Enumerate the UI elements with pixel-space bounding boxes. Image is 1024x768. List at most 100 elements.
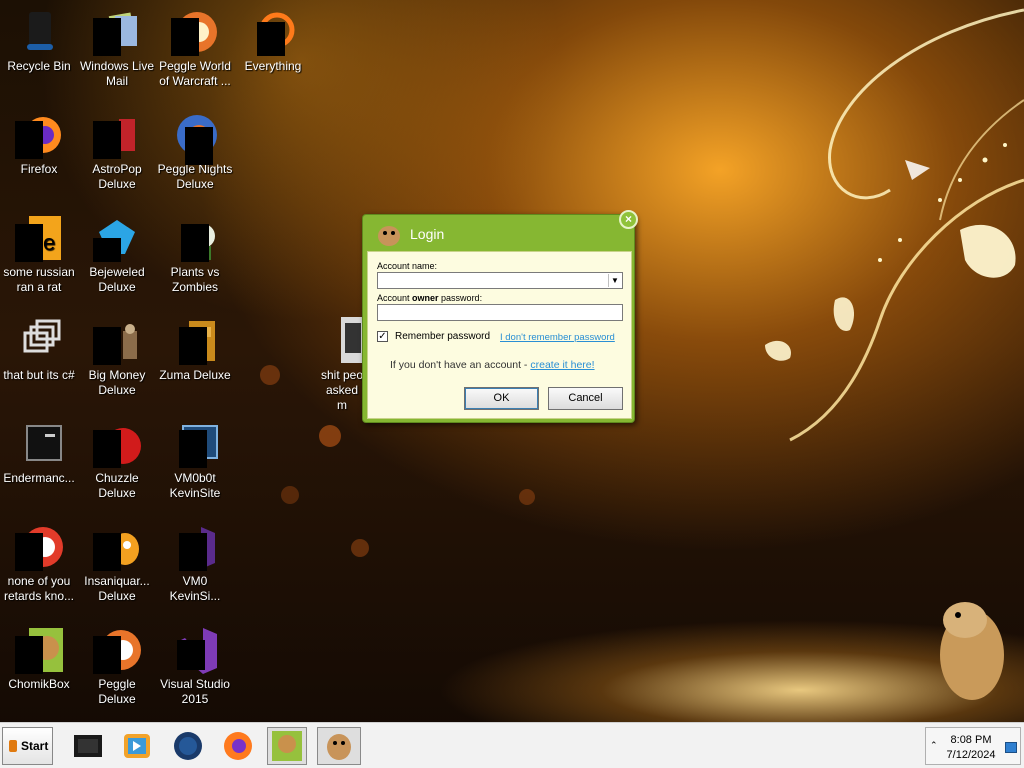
desktop-icon-vm0[interactable]: VM0 KevinSi... — [156, 523, 234, 604]
start-orb-icon — [9, 740, 17, 752]
desktop-icon-label: Big Money Deluxe — [88, 368, 146, 397]
remember-password-label[interactable]: Remember password — [395, 331, 490, 342]
desktop-icon-chuzzle[interactable]: Chuzzle Deluxe — [78, 420, 156, 501]
insaniquarium-icon — [93, 523, 141, 571]
desktop-icon-astropop[interactable]: AstroPop Deluxe — [78, 111, 156, 192]
desktop-icon-java-file[interactable]: e some russian ran a rat — [0, 214, 78, 295]
desktop-icon-endermanch[interactable]: Endermanc... — [0, 420, 78, 486]
desktop-icon-label: VM0b0t KevinSite — [169, 471, 221, 500]
desktop-icon-label: none of you retards kno... — [3, 574, 75, 603]
desktop-icon-peggle-deluxe[interactable]: Peggle Deluxe — [78, 626, 156, 707]
login-dialog: Login Account name: ▼ Account owner pass… — [362, 214, 635, 423]
desktop-icon-insaniquarium[interactable]: Insaniquar... Deluxe — [78, 523, 156, 604]
svg-text:e: e — [43, 230, 55, 255]
ok-button[interactable]: OK — [464, 387, 539, 410]
peggle-icon — [93, 626, 141, 674]
close-icon[interactable]: × — [619, 210, 638, 229]
big-money-icon — [93, 317, 141, 365]
desktop-icon-peggle-wow[interactable]: Peggle World of Warcraft ... — [156, 8, 234, 89]
no-account-text: If you don't have an account - create it… — [390, 359, 595, 371]
desktop-icon-label: Chuzzle Deluxe — [95, 471, 139, 500]
password-field[interactable] — [377, 304, 623, 321]
desktop-icon-label: Peggle Deluxe — [98, 677, 136, 706]
mail-icon — [93, 8, 141, 56]
peggle-nights-icon — [171, 111, 219, 165]
desktop-icon-label: Recycle Bin — [7, 59, 71, 73]
taskbar-hamster-button[interactable] — [317, 727, 361, 765]
globe-icon — [174, 732, 202, 760]
desktop-icon-label: VM0 KevinSi... — [169, 574, 221, 603]
recycle-bin-icon — [15, 8, 63, 56]
desktop-icon-big-money[interactable]: Big Money Deluxe — [78, 317, 156, 398]
terminal-icon — [74, 735, 102, 757]
peggle-icon — [171, 8, 219, 56]
tray-chevron-icon[interactable]: ⌃ — [930, 740, 938, 751]
cancel-button[interactable]: Cancel — [548, 387, 623, 410]
password-label-text: Account — [377, 293, 413, 303]
system-tray: ⌃ 8:08 PM 7/12/2024 — [925, 727, 1021, 765]
remember-password-checkbox[interactable]: ✓ — [377, 331, 388, 342]
hamster-mascot — [940, 602, 1004, 700]
file-icon — [317, 317, 365, 365]
desktop-icon-plants-vs-zombies[interactable]: Plants vs Zombies — [156, 214, 234, 295]
peggle-icon — [15, 523, 63, 571]
start-button[interactable]: Start — [2, 727, 53, 765]
network-icon[interactable] — [1005, 742, 1017, 753]
desktop-icon-visual-studio[interactable]: Visual Studio 2015 — [156, 626, 234, 707]
taskbar-firefox-button[interactable] — [218, 727, 258, 765]
password-label: Account owner password: — [377, 293, 482, 303]
desktop-icon-label: ChomikBox — [8, 677, 70, 691]
taskbar-media-player-button[interactable] — [116, 727, 156, 765]
chomikbox-icon — [15, 626, 75, 674]
desktop-icon-label: AstroPop Deluxe — [92, 162, 142, 191]
folder-stack-icon — [15, 317, 63, 365]
dropdown-arrow-icon[interactable]: ▼ — [608, 274, 621, 287]
desktop-icon-none-of-you[interactable]: none of you retards kno... — [0, 523, 78, 604]
password-label-text: password: — [438, 293, 483, 303]
desktop-icon-label: Firefox — [20, 162, 58, 176]
desktop-icon-firefox[interactable]: Firefox — [0, 111, 78, 177]
desktop-icon-label: Zuma Deluxe — [159, 368, 231, 382]
desktop-icon-recycle-bin[interactable]: Recycle Bin — [0, 8, 78, 74]
media-player-icon — [124, 734, 150, 758]
clock-date: 7/12/2024 — [946, 749, 996, 761]
taskbar-chomikbox-button[interactable] — [267, 727, 307, 765]
desktop-icon-windows-live-mail[interactable]: Windows Live Mail — [78, 8, 156, 89]
taskbar-terminal-button[interactable] — [68, 727, 108, 765]
taskbar-globe-button[interactable] — [168, 727, 208, 765]
desktop-icon-label: Windows Live Mail — [79, 59, 155, 88]
start-label: Start — [21, 739, 49, 753]
hamster-icon — [375, 220, 403, 248]
desktop-icon-label: some russian ran a rat — [3, 265, 75, 294]
forgot-password-link[interactable]: I don't remember password — [500, 332, 615, 343]
chuzzle-icon — [93, 420, 141, 468]
desktop-icon-chomikbox[interactable]: ChomikBox — [0, 626, 78, 692]
astropop-icon — [93, 111, 141, 159]
dialog-titlebar[interactable]: Login — [363, 215, 634, 251]
clock[interactable]: 8:08 PM 7/12/2024 — [941, 733, 1001, 763]
desktop-icon-everything[interactable]: Everything — [234, 8, 312, 74]
bejeweled-icon — [93, 214, 141, 262]
chomikbox-icon — [272, 731, 302, 761]
java-file-icon: e — [15, 214, 63, 262]
terminal-icon — [15, 420, 63, 468]
desktop-icon-label: Endermanc... — [3, 471, 75, 485]
desktop-icon-zuma[interactable]: Zuma Deluxe — [156, 317, 234, 383]
visual-studio-icon — [171, 523, 219, 571]
desktop-icon-label: Everything — [244, 59, 302, 73]
create-account-link[interactable]: create it here! — [530, 359, 594, 371]
desktop-icon-label: Plants vs Zombies — [170, 265, 220, 294]
desktop-icon-label: Visual Studio 2015 — [160, 677, 230, 706]
desktop-icon-peggle-nights[interactable]: Peggle Nights Deluxe — [156, 111, 234, 192]
hamster-icon — [327, 734, 351, 760]
account-name-combobox[interactable]: ▼ — [377, 272, 623, 289]
desktop-icon-label: Insaniquar... Deluxe — [84, 574, 150, 603]
desktop-icon-bejeweled[interactable]: Bejeweled Deluxe — [78, 214, 156, 295]
desktop-icon-folder-stack[interactable]: that but its c# — [0, 317, 78, 383]
firefox-icon — [224, 732, 252, 760]
dialog-body: Account name: ▼ Account owner password: … — [367, 251, 632, 419]
password-label-bold: owner — [412, 293, 439, 303]
desktop-icon-label: shit peo asked m — [320, 368, 364, 412]
desktop-icon-vm0b0t[interactable]: VM0b0t KevinSite — [156, 420, 234, 501]
desktop-icon-label: that but its c# — [3, 368, 75, 382]
